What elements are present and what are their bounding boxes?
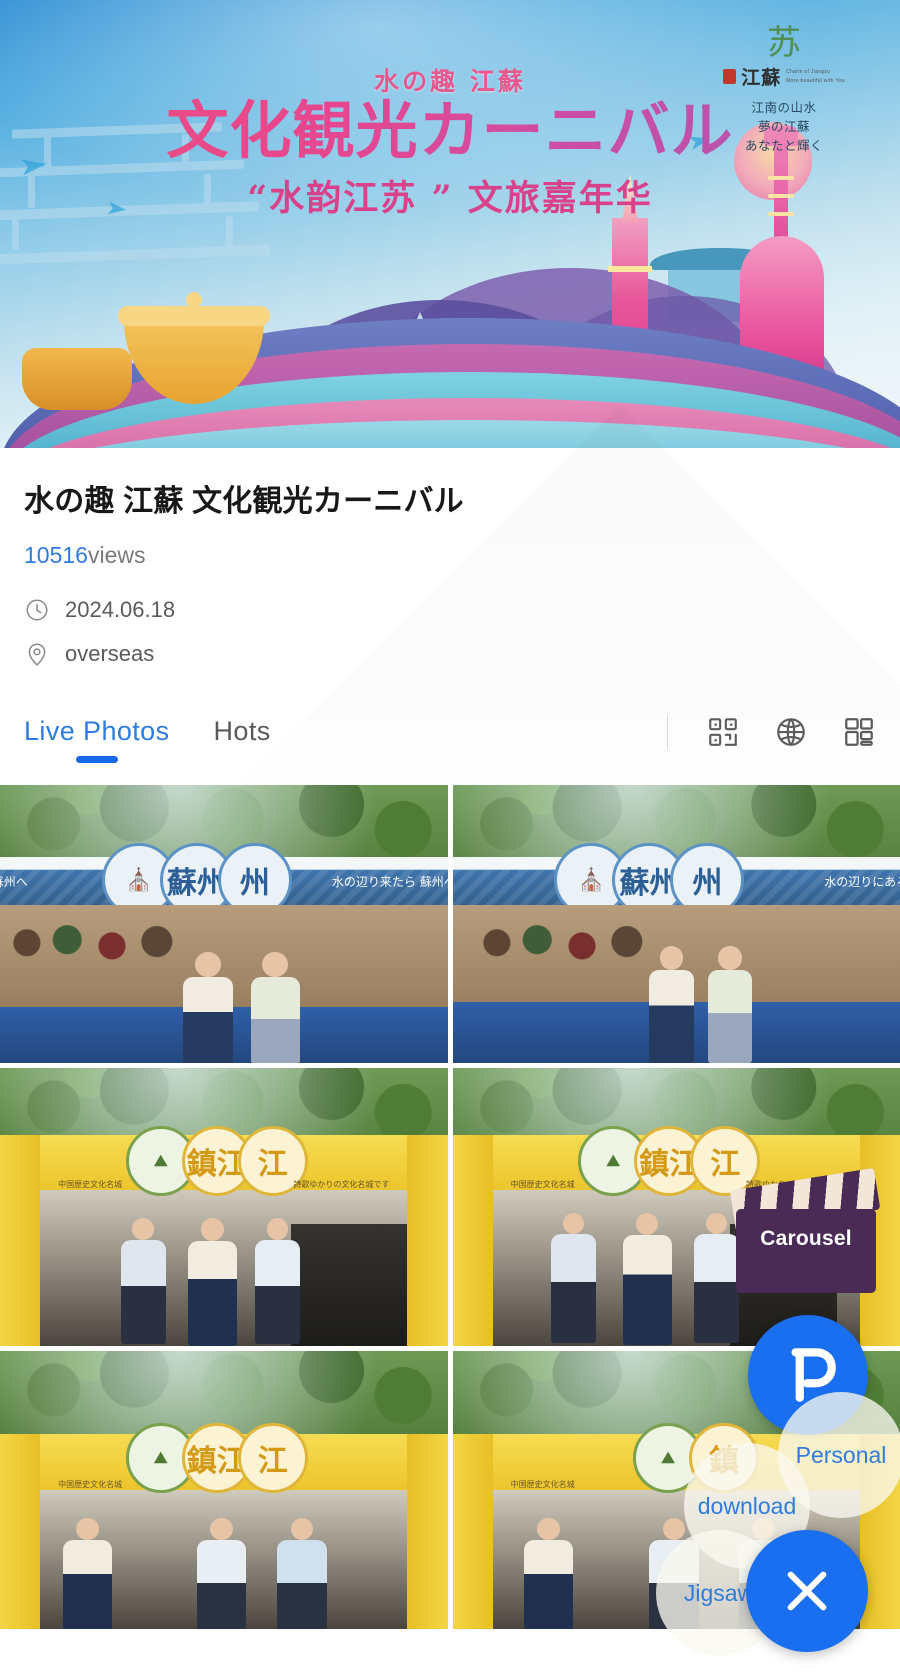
photo-banner-right: 水の辺り来たら 蘇州へ: [331, 875, 448, 890]
location-pin-icon: [24, 641, 50, 667]
globe-icon[interactable]: [774, 715, 808, 749]
logo-brand-cn: 江蘇: [741, 67, 782, 89]
page-title: 水の趣 江蘇 文化観光カーニバル: [24, 485, 464, 518]
jar-illustration: [22, 348, 132, 410]
photo-banner-left: 中国歴史文化名城: [510, 1479, 575, 1489]
tab-live-photos[interactable]: Live Photos: [24, 716, 170, 763]
jigsaw-label: Jigsaw: [683, 1579, 755, 1606]
close-icon: [787, 1571, 827, 1611]
location-row: overseas: [24, 641, 876, 667]
tab-hots[interactable]: Hots: [214, 716, 271, 763]
clock-icon: [24, 597, 50, 623]
photo-banner-right: 水の辺りにある: [824, 875, 900, 890]
logo-brand-en-2: More beautiful with You: [786, 77, 845, 84]
personal-button[interactable]: Personal: [778, 1392, 900, 1518]
photo-cell[interactable]: ⛰ 鎮江 江 中国歴史文化名城 詩歌ゆかりの文化名城です: [0, 1068, 448, 1346]
clapperboard-icon: ✦ ✦ Carousel: [729, 1167, 882, 1293]
photo-banner-left: 中国歴史文化名城: [58, 1479, 123, 1489]
photo-banner-left: 中国歴史文化名城: [58, 1180, 123, 1190]
download-label: download: [697, 1492, 797, 1519]
close-button[interactable]: [746, 1530, 868, 1652]
tab-tools: [667, 715, 876, 763]
logo-tagline-2: 夢の江蘇: [757, 119, 810, 134]
personal-label: Personal: [795, 1441, 887, 1468]
booth-name-2: 江: [237, 1423, 308, 1494]
hero-subtitle: “水韵江苏 ” 文旅嘉年华: [247, 178, 653, 219]
hero-banner: ➤ ➤ ➤ 水の趣 江蘇 文化観光カーニバル “水韵江苏 ” 文旅嘉年华 苏 江…: [0, 0, 900, 448]
photo-banner-left: 蘇州へ: [0, 875, 28, 890]
carousel-button[interactable]: ✦ ✦ Carousel: [729, 1167, 882, 1296]
logo-mark: 苏: [767, 23, 801, 63]
jiangsu-logo: 苏 江蘇 Charm of Jiangsu More beautiful wit…: [714, 26, 854, 155]
views-line: 10516views: [24, 542, 876, 569]
tools-divider: [667, 715, 668, 749]
logo-seal-icon: [723, 69, 737, 84]
tab-list: Live Photos Hots: [24, 716, 271, 763]
date-row: 2024.06.18: [24, 597, 876, 623]
logo-brand-en-1: Charm of Jiangsu: [786, 69, 831, 75]
teabowl-lid-decor: [118, 306, 270, 326]
date-text: 2024.06.18: [65, 597, 176, 622]
photo-cell[interactable]: 蘇州へ 水の辺り来たら 蘇州へ ⛪ 蘇州 州: [0, 785, 448, 1063]
teabowl-knob-decor: [186, 292, 202, 308]
detail-content: 水の趣 江蘇 文化観光カーニバル 10516views 2024.06.18 o…: [0, 448, 900, 763]
logo-tagline-1: 江南の山水: [751, 101, 817, 115]
photo-cell[interactable]: ⛰ 鎮江 江 中国歴史文化名城: [0, 1351, 448, 1629]
logo-tagline-3: あなたと輝く: [744, 138, 823, 153]
views-label: views: [87, 542, 146, 568]
location-text: overseas: [65, 641, 155, 666]
views-count: 10516: [24, 542, 88, 568]
carousel-label: Carousel: [760, 1227, 852, 1250]
photo-banner-left: 中国歴史文化名城: [510, 1180, 575, 1190]
tower-band-decor: [608, 266, 652, 272]
photo-cell[interactable]: 水の辺りにある ⛪ 蘇州 州: [452, 785, 900, 1063]
tab-bar: Live Photos Hots: [24, 701, 876, 763]
qr-code-icon[interactable]: [706, 715, 740, 749]
grid-layout-icon[interactable]: [842, 715, 876, 749]
photo-banner-right: 詩歌ゆかりの文化名城です: [293, 1180, 390, 1190]
